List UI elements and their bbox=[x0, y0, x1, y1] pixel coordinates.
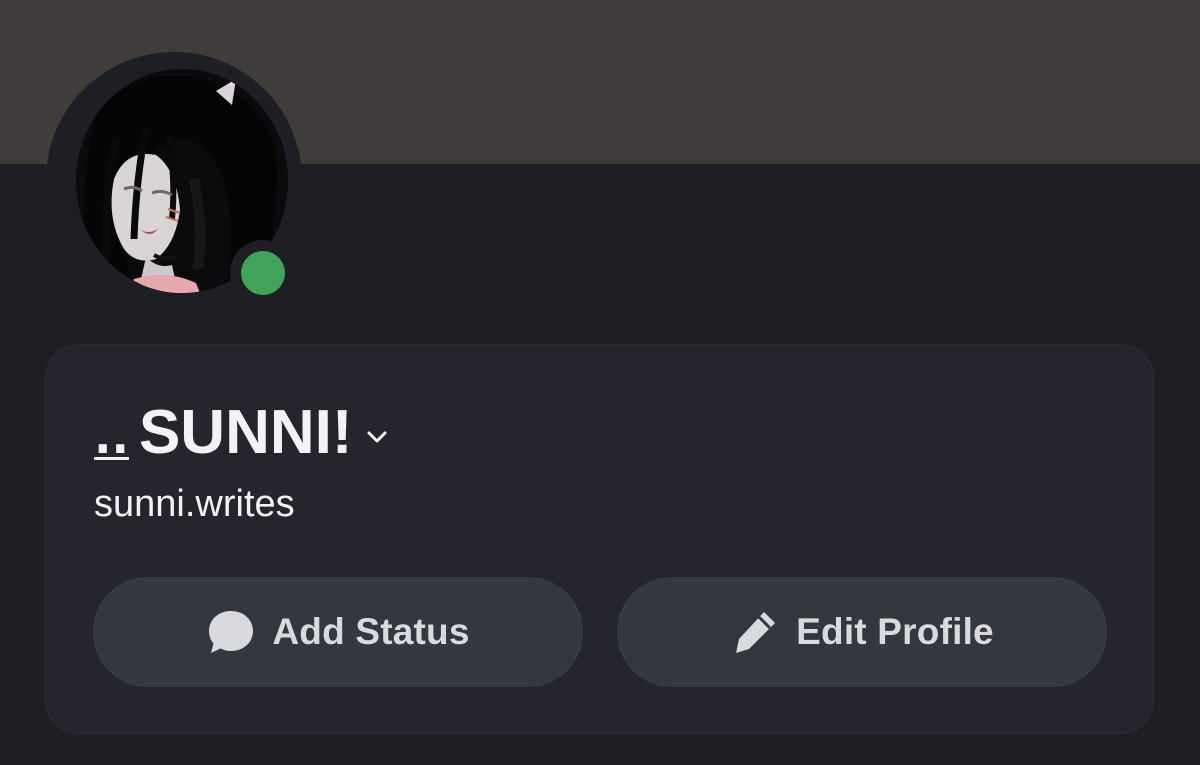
speech-bubble-icon bbox=[206, 607, 256, 657]
online-status-icon bbox=[241, 251, 285, 295]
display-name-prefix: .. bbox=[94, 410, 129, 464]
display-name: SUNNI! bbox=[138, 398, 353, 467]
pencil-icon bbox=[730, 607, 780, 657]
username: sunni.writes bbox=[94, 483, 295, 525]
edit-profile-button[interactable]: Edit Profile bbox=[617, 577, 1107, 687]
add-status-button[interactable]: Add Status bbox=[93, 577, 583, 687]
display-name-switcher[interactable]: .. SUNNI! bbox=[94, 396, 391, 470]
chevron-down-icon bbox=[363, 423, 391, 451]
edit-profile-label: Edit Profile bbox=[796, 611, 994, 652]
add-status-label: Add Status bbox=[272, 611, 470, 652]
